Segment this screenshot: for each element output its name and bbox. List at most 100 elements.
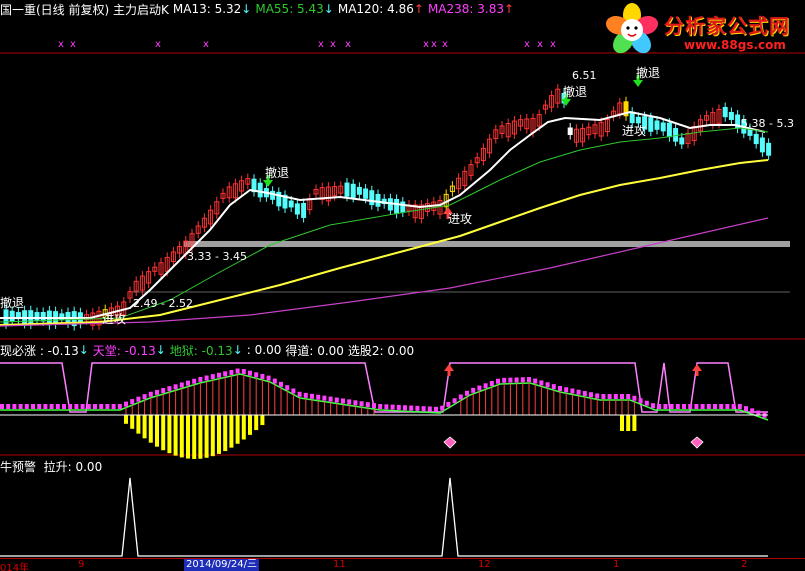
candle-body (753, 133, 759, 145)
dedao-label: 得道: 0.00 (285, 343, 344, 358)
histogram-cap (514, 377, 519, 383)
histogram-cap (613, 394, 618, 399)
indicator2-header: 牛预警 拉升: 0.00 (0, 457, 102, 475)
histogram-cap (533, 378, 538, 384)
histogram-cap (744, 406, 748, 412)
histogram-cap (520, 377, 525, 383)
histogram-cap (18, 404, 23, 409)
histogram-cap (93, 404, 97, 409)
time-tick: 2 (741, 559, 748, 570)
signal-marker: x (318, 39, 324, 50)
histogram-cap (43, 404, 48, 409)
histogram-cap (223, 371, 228, 377)
histogram-cap (334, 397, 339, 403)
histogram-cap (576, 389, 581, 395)
yellow-bar (632, 415, 637, 431)
ma238-arrow-icon: ↑ (504, 2, 515, 16)
yellow-bar (155, 415, 159, 447)
candle-body (288, 200, 294, 208)
histogram-cap (124, 401, 128, 407)
histogram-cap (700, 404, 705, 409)
histogram-cap (737, 404, 742, 409)
histogram-cap (0, 404, 4, 409)
stock-chart-window: xxxxxxxxxxxxx 国一重(日线 前复权) 主力启动K MA13: 5.… (0, 0, 805, 571)
signal-marker: x (330, 39, 336, 50)
histogram-cap (24, 404, 29, 409)
histogram-cap (217, 372, 221, 378)
yellow-bar (254, 415, 259, 431)
candle-body (356, 186, 362, 195)
ma120-label: MA120: 4.86 (337, 2, 414, 16)
histogram-cap (6, 404, 11, 409)
histogram-cap (545, 382, 550, 388)
histogram-cap (657, 404, 662, 409)
histogram-cap (421, 406, 426, 412)
yellow-bar (136, 415, 141, 434)
candle-body (567, 127, 573, 136)
histogram-cap (266, 375, 271, 381)
histogram-cap (117, 404, 122, 409)
histogram-cap (291, 388, 296, 394)
yellow-bar (130, 415, 135, 429)
histogram-cap (359, 401, 364, 407)
ma238-label: MA238: 3.83 (427, 2, 504, 16)
yellow-bar (620, 415, 624, 431)
yellow-bar (179, 415, 184, 458)
site-logo: 分析家公式网 www.88gs.com (598, 2, 804, 58)
histogram-cap (105, 404, 110, 409)
histogram-cap (80, 404, 85, 409)
candle-body (400, 201, 406, 213)
candle-body (344, 182, 350, 197)
down-arrow-icon: ↓ (78, 343, 89, 357)
histogram-cap (378, 404, 383, 410)
candle-body (9, 310, 15, 322)
candle-body (679, 137, 685, 145)
signal-marker: x (524, 39, 530, 50)
histogram-cap (638, 398, 643, 404)
histogram-cap (285, 385, 290, 391)
histogram-cap (186, 380, 190, 386)
yellow-bar (167, 415, 172, 454)
signal-marker: x (58, 39, 64, 50)
histogram-cap (682, 404, 686, 409)
time-tick: 11 (333, 559, 346, 570)
histogram-cap (589, 392, 593, 398)
candle-body (257, 182, 263, 198)
histogram-cap (37, 404, 42, 409)
yellow-bar (198, 415, 203, 459)
signal-marker: x (431, 39, 437, 50)
histogram-cap (229, 369, 234, 375)
histogram-cap (142, 394, 147, 400)
histogram-cap (167, 386, 172, 392)
signal-marker: x (442, 39, 448, 50)
histogram-cap (384, 404, 389, 410)
candle-body (766, 142, 772, 156)
down-arrow-icon: ↓ (155, 343, 166, 357)
time-axis: 014年 9 2014/09/24/三 11 12 1 2 (0, 558, 805, 571)
histogram-cap (347, 399, 352, 405)
attack-label: 进攻 (102, 312, 127, 326)
histogram-cap (235, 368, 240, 374)
histogram-cap (651, 403, 655, 409)
ma13-line (0, 110, 766, 319)
histogram-cap (248, 370, 252, 376)
histogram-cap (483, 383, 488, 389)
indicator1-header: 现必涨 : -0.13 ↓ 天堂: -0.13 ↓ 地狱: -0.13 ↓ : … (0, 341, 414, 359)
histogram-cap (12, 404, 17, 409)
histogram-cap (620, 394, 624, 399)
histogram-cap (564, 387, 569, 393)
histogram-cap (130, 399, 135, 405)
histogram-cap (626, 394, 631, 399)
candle-body (660, 122, 666, 132)
selected-date[interactable]: 2014/09/24/三 (184, 559, 260, 571)
histogram-cap (148, 391, 153, 397)
retreat-arrow-icon (633, 80, 643, 87)
yellow-bar (241, 415, 246, 440)
signal-marker: x (203, 39, 209, 50)
attack-label: 进攻 (448, 212, 473, 226)
histogram-cap (427, 406, 432, 412)
histogram-cap (390, 404, 395, 410)
histogram-cap (595, 393, 600, 399)
lasheng-line (0, 477, 768, 557)
candle-body (375, 193, 381, 207)
